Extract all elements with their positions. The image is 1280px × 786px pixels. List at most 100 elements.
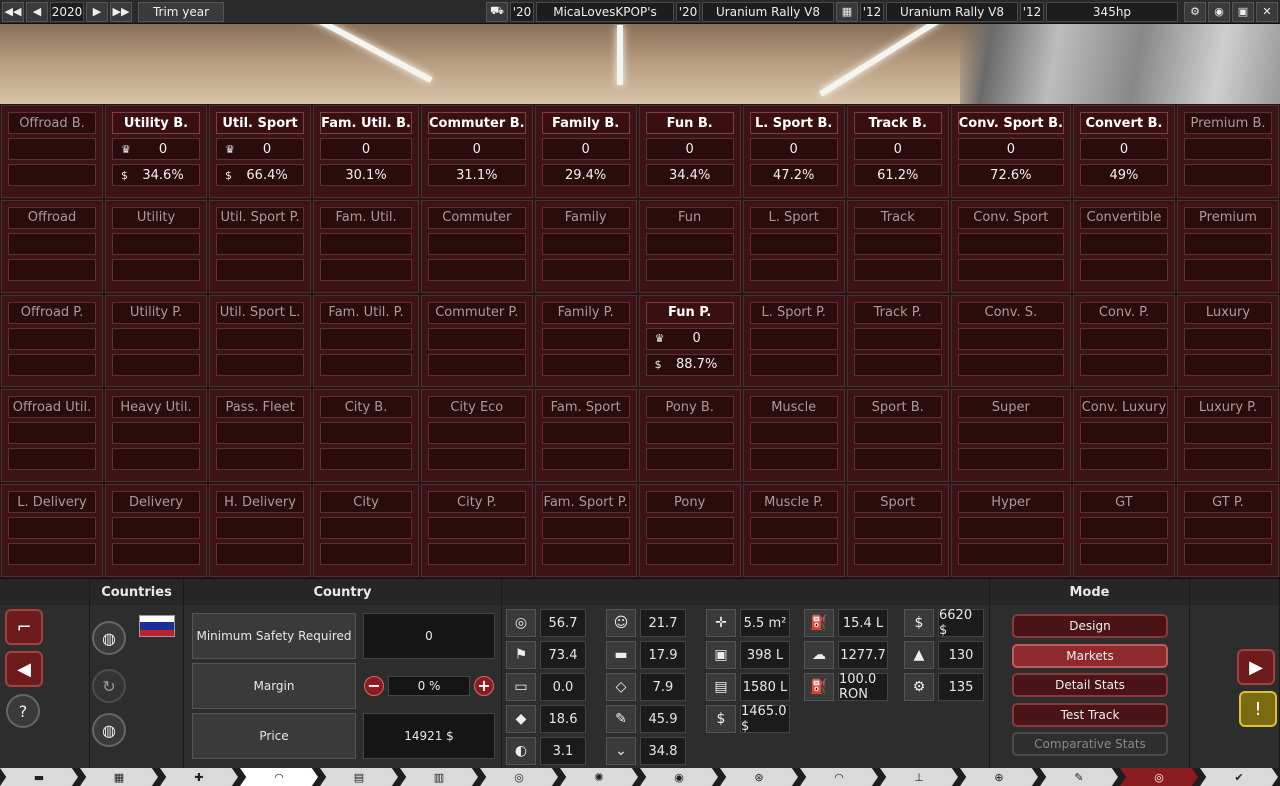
market-cell[interactable]: City B. bbox=[313, 389, 419, 483]
market-cell[interactable]: Sport bbox=[846, 484, 949, 577]
market-cell[interactable]: Utility P. bbox=[105, 294, 208, 388]
market-cell[interactable]: Fun bbox=[638, 199, 741, 293]
market-cell[interactable]: L. Sport B. 0 47.2% bbox=[742, 105, 845, 198]
globe-icon-2[interactable]: ◍ bbox=[92, 713, 126, 747]
market-cell[interactable]: Family B. 0 29.4% bbox=[534, 105, 637, 198]
market-cell[interactable]: GT bbox=[1072, 484, 1175, 577]
market-cell[interactable]: City bbox=[313, 484, 419, 577]
body-icon[interactable]: ◠ bbox=[240, 768, 318, 786]
market-cell[interactable]: Track bbox=[846, 199, 949, 293]
car-body-icon[interactable]: ▬ bbox=[0, 768, 78, 786]
back-arrow-icon[interactable]: ◀ bbox=[5, 651, 43, 687]
first-icon[interactable]: ◀◀ bbox=[2, 1, 24, 22]
market-cell[interactable]: Fun P. ♛ 0 $88.7% bbox=[638, 294, 741, 388]
market-cell[interactable]: Fam. Util. bbox=[313, 199, 419, 293]
warning-icon[interactable]: ! bbox=[1239, 691, 1277, 727]
market-cell[interactable]: Commuter bbox=[420, 199, 533, 293]
market-cell[interactable]: Pony B. bbox=[638, 389, 741, 483]
market-cell[interactable]: Heavy Util. bbox=[105, 389, 208, 483]
mode-detail-stats-button[interactable]: Detail Stats bbox=[1012, 673, 1168, 697]
mode-test-track-button[interactable]: Test Track bbox=[1012, 703, 1168, 727]
market-cell[interactable]: Super bbox=[950, 389, 1071, 483]
market-cell[interactable]: Fam. Sport bbox=[534, 389, 637, 483]
graph-icon[interactable]: ⌐ bbox=[5, 609, 43, 645]
market-cell[interactable]: City P. bbox=[420, 484, 533, 577]
market-cell[interactable]: Fun B. 0 34.4% bbox=[638, 105, 741, 198]
mode-comparative-stats-button[interactable]: Comparative Stats bbox=[1012, 732, 1168, 756]
market-cell[interactable]: Fam. Util. P. bbox=[313, 294, 419, 388]
country-flag[interactable] bbox=[139, 615, 175, 637]
market-cell[interactable]: Fam. Sport P. bbox=[534, 484, 637, 577]
market-cell[interactable]: Utility bbox=[105, 199, 208, 293]
market-cell[interactable]: Premium bbox=[1176, 199, 1279, 293]
market-cell[interactable]: Conv. Sport bbox=[950, 199, 1071, 293]
market-cell[interactable]: Offroad B. bbox=[1, 105, 104, 198]
forward-arrow-icon[interactable]: ▶ bbox=[1237, 649, 1275, 685]
save-icon[interactable]: ▣ bbox=[1232, 1, 1254, 22]
market-cell[interactable]: Conv. S. bbox=[950, 294, 1071, 388]
settings-icon[interactable]: ⚙ bbox=[1184, 1, 1206, 22]
market-cell[interactable]: Offroad bbox=[1, 199, 104, 293]
finish-icon[interactable]: ✔ bbox=[1200, 768, 1278, 786]
market-cell[interactable]: Pass. Fleet bbox=[209, 389, 312, 483]
engine-icon[interactable]: ▤ bbox=[320, 768, 398, 786]
market-cell[interactable]: Muscle P. bbox=[742, 484, 845, 577]
gearbox-icon[interactable]: ▥ bbox=[400, 768, 478, 786]
market-cell[interactable]: Util. Sport ♛ 0 $66.4% bbox=[209, 105, 312, 198]
wheels-icon[interactable]: ◎ bbox=[480, 768, 558, 786]
next-icon[interactable]: ▶ bbox=[86, 1, 108, 22]
margin-value[interactable]: 0 % bbox=[388, 676, 470, 696]
margin-increase-button[interactable]: + bbox=[474, 676, 494, 696]
car-icon[interactable]: ⛟ bbox=[486, 1, 508, 22]
market-cell[interactable]: Track P. bbox=[846, 294, 949, 388]
help-icon[interactable]: ? bbox=[6, 694, 40, 728]
market-cell[interactable]: Offroad P. bbox=[1, 294, 104, 388]
market-cell[interactable]: Hyper bbox=[950, 484, 1071, 577]
market-cell[interactable]: Pony bbox=[638, 484, 741, 577]
globe-icon[interactable]: ◍ bbox=[92, 621, 126, 655]
market-cell[interactable]: L. Sport P. bbox=[742, 294, 845, 388]
market-cell[interactable]: Conv. Sport B. 0 72.6% bbox=[950, 105, 1071, 198]
market-cell[interactable]: L. Sport bbox=[742, 199, 845, 293]
mode-design-button[interactable]: Design bbox=[1012, 614, 1168, 638]
market-cell[interactable]: L. Delivery bbox=[1, 484, 104, 577]
market-cell[interactable]: Family bbox=[534, 199, 637, 293]
market-cell[interactable]: H. Delivery bbox=[209, 484, 312, 577]
tyre-icon[interactable]: ◉ bbox=[640, 768, 718, 786]
market-cell[interactable]: Sport B. bbox=[846, 389, 949, 483]
market-cell[interactable]: Conv. Luxury bbox=[1072, 389, 1175, 483]
engine-name[interactable]: Uranium Rally V8 bbox=[886, 1, 1018, 22]
market-cell[interactable]: Commuter B. 0 31.1% bbox=[420, 105, 533, 198]
market-cell[interactable]: Muscle bbox=[742, 389, 845, 483]
test-track-icon[interactable]: ◎ bbox=[1120, 768, 1198, 786]
market-cell[interactable]: Track B. 0 61.2% bbox=[846, 105, 949, 198]
refresh-icon[interactable]: ↻ bbox=[92, 669, 126, 703]
market-cell[interactable]: Luxury P. bbox=[1176, 389, 1279, 483]
aero-icon[interactable]: ⊛ bbox=[720, 768, 798, 786]
suspension-icon[interactable]: ✚ bbox=[160, 768, 238, 786]
trim-name[interactable]: Uranium Rally V8 bbox=[702, 1, 834, 22]
brakes-icon[interactable]: ✺ bbox=[560, 768, 638, 786]
market-cell[interactable]: Family P. bbox=[534, 294, 637, 388]
paint-icon[interactable]: ✎ bbox=[1040, 768, 1118, 786]
market-cell[interactable]: GT P. bbox=[1176, 484, 1279, 577]
mode-markets-button[interactable]: Markets bbox=[1012, 644, 1168, 668]
market-cell[interactable]: Util. Sport L. bbox=[209, 294, 312, 388]
market-cell[interactable]: Convert B. 0 49% bbox=[1072, 105, 1175, 198]
market-cell[interactable]: Util. Sport P. bbox=[209, 199, 312, 293]
market-cell[interactable]: Luxury bbox=[1176, 294, 1279, 388]
interior-icon[interactable]: ⊥ bbox=[880, 768, 958, 786]
camera-icon[interactable]: ◉ bbox=[1208, 1, 1230, 22]
market-cell[interactable]: Fam. Util. B. 0 30.1% bbox=[313, 105, 419, 198]
margin-decrease-button[interactable]: − bbox=[364, 676, 384, 696]
market-cell[interactable]: Conv. P. bbox=[1072, 294, 1175, 388]
chassis-icon[interactable]: ▦ bbox=[80, 768, 158, 786]
safety-icon[interactable]: ⊕ bbox=[960, 768, 1038, 786]
market-cell[interactable]: Delivery bbox=[105, 484, 208, 577]
market-cell[interactable]: Utility B. ♛ 0 $34.6% bbox=[105, 105, 208, 198]
fixtures-icon[interactable]: ◠ bbox=[800, 768, 878, 786]
market-cell[interactable]: City Eco bbox=[420, 389, 533, 483]
car-name[interactable]: MicaLovesKPOP's bbox=[536, 1, 674, 22]
year-field[interactable]: 2020 bbox=[50, 1, 84, 22]
market-cell[interactable]: Premium B. bbox=[1176, 105, 1279, 198]
